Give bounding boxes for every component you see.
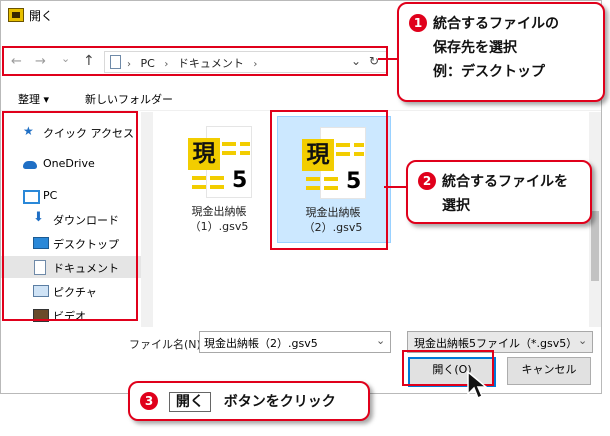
callout-connector (384, 186, 408, 188)
selected-file-highlight (270, 110, 388, 250)
filter-dropdown-icon[interactable]: ⌄ (578, 334, 587, 347)
step-number-badge: 2 (418, 172, 436, 190)
open-key-label: 開く (168, 392, 211, 412)
step-number-badge: 1 (409, 14, 427, 32)
filename-dropdown-icon[interactable]: ⌄ (376, 334, 385, 347)
file-item-1[interactable]: 現 5 現金出納帳（1）.gsv5 (164, 116, 276, 241)
organize-button[interactable]: 整理 ▾ (18, 91, 49, 107)
scrollbar-thumb[interactable] (591, 211, 599, 281)
mouse-pointer-icon (467, 370, 488, 400)
app-icon (8, 8, 24, 22)
sidebar-scrollbar[interactable] (141, 112, 153, 327)
step-number-badge: 3 (140, 392, 158, 410)
new-folder-button[interactable]: 新しいフォルダー (85, 91, 173, 107)
callout-step-3: 3 開く ボタンをクリック (128, 381, 370, 421)
address-bar-highlight (2, 46, 388, 76)
file-name: 現金出納帳（1）.gsv5 (189, 205, 249, 233)
filename-label: ファイル名(N): (129, 338, 205, 351)
navigation-pane-highlight (2, 111, 138, 321)
filename-input[interactable]: 現金出納帳（2）.gsv5 ⌄ (199, 331, 391, 353)
cancel-button[interactable]: キャンセル (507, 357, 591, 385)
window-title: 開く (29, 9, 54, 23)
callout-connector (378, 58, 398, 60)
callout-step-1: 1 統合するファイルの 保存先を選択 例：デスクトップ (397, 2, 605, 102)
callout-step-2: 2 統合するファイルを 選択 (406, 160, 592, 224)
gsv5-file-icon: 現 5 (188, 126, 252, 198)
